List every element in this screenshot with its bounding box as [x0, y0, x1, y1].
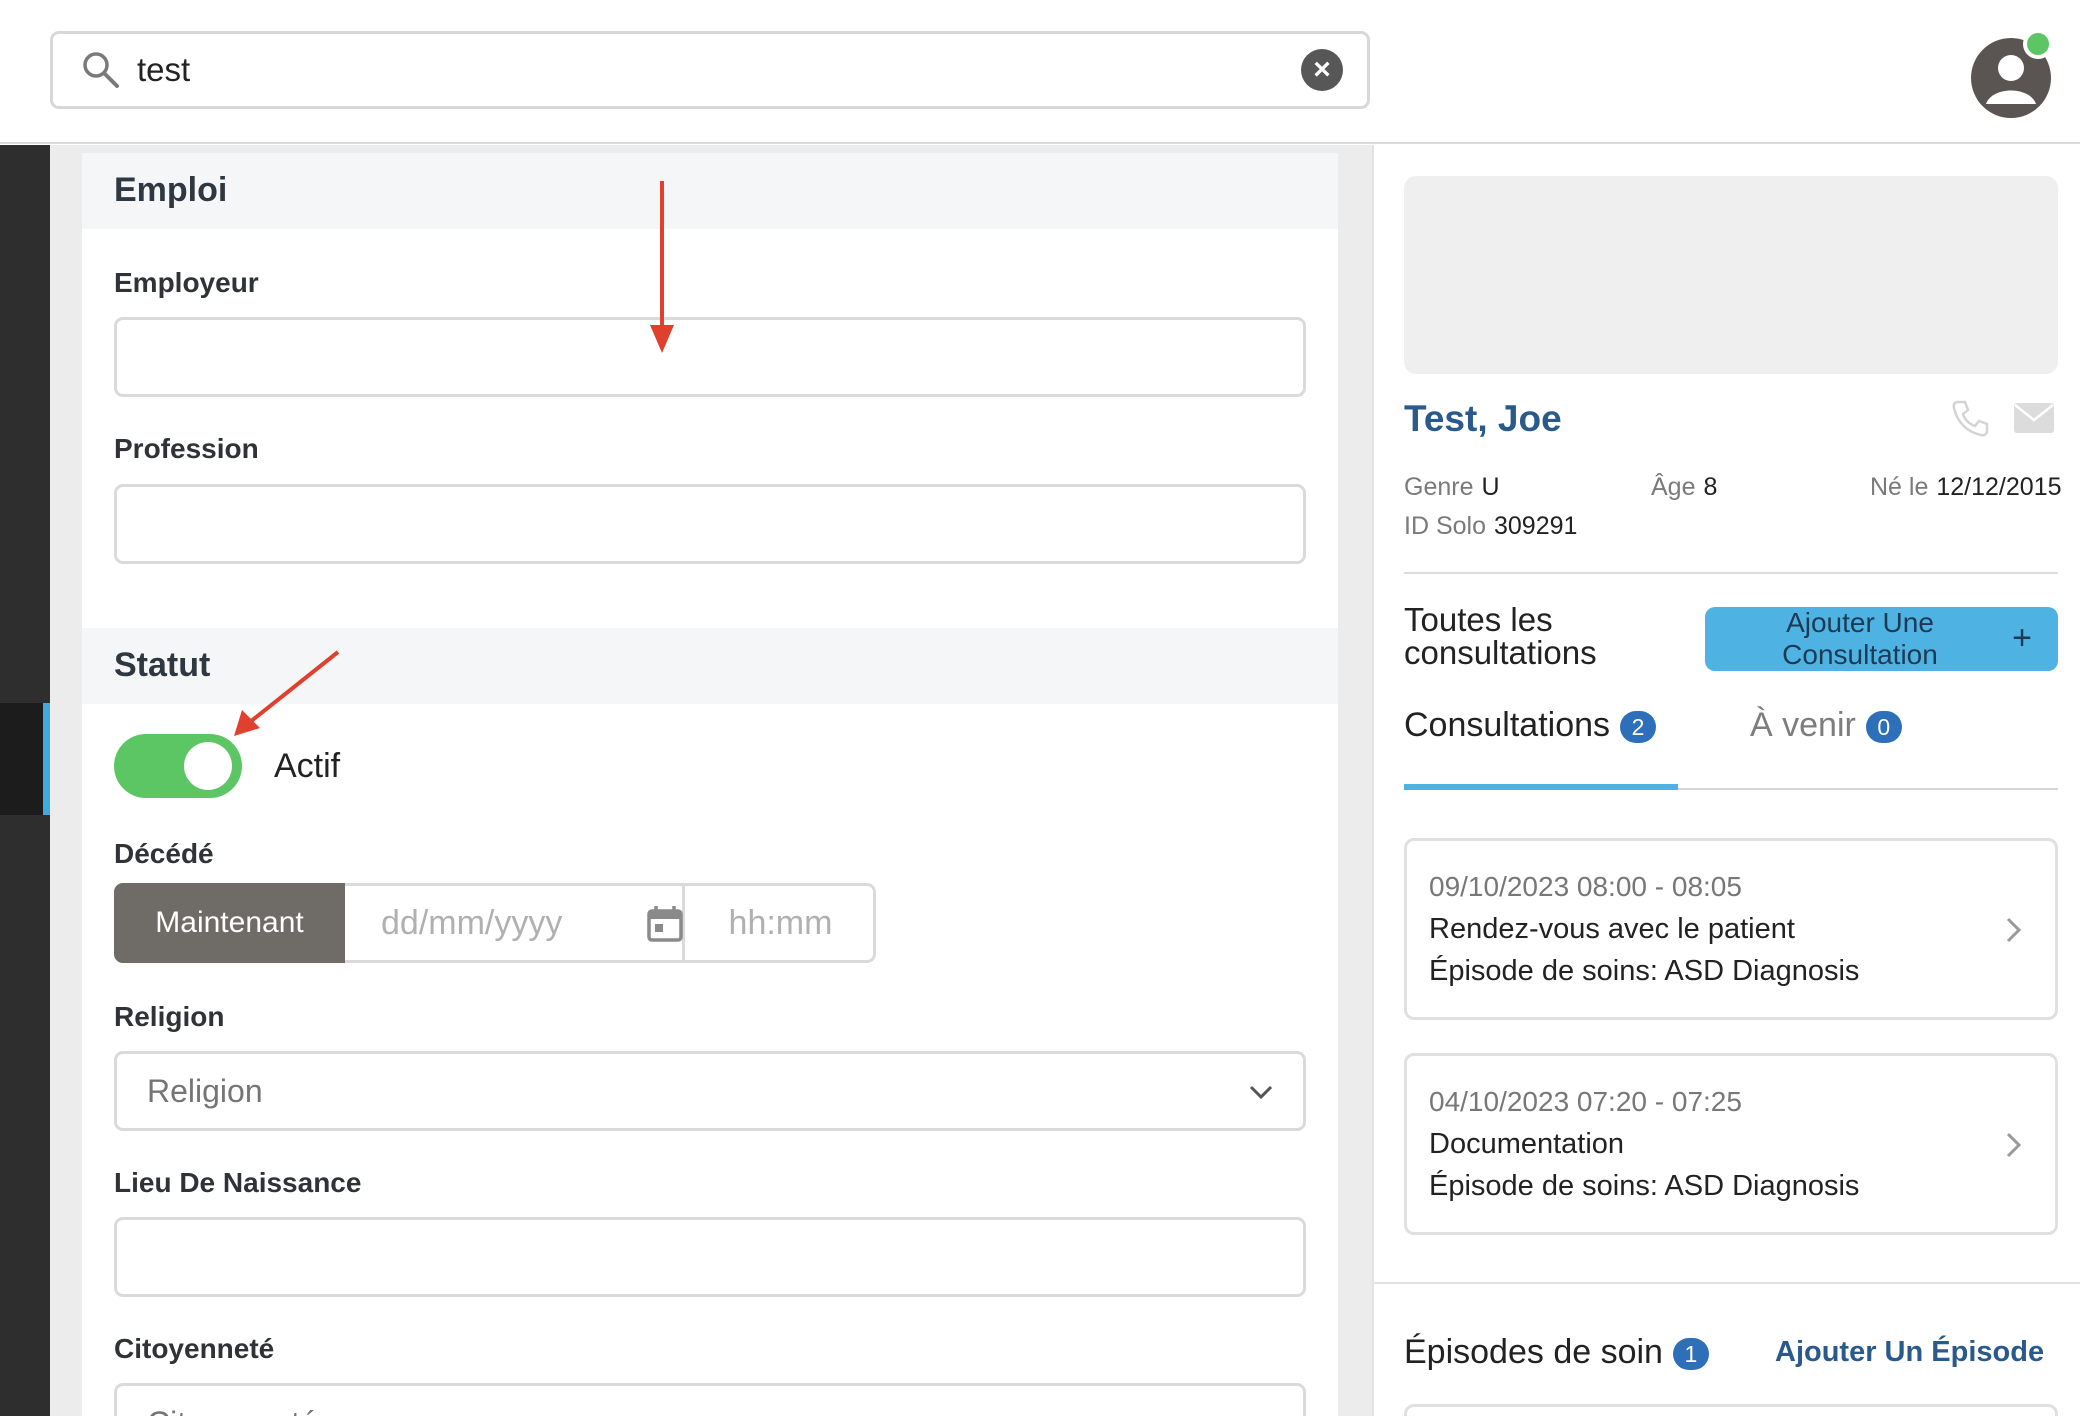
tab-consultations-count: 2	[1620, 711, 1657, 744]
panel-divider	[1372, 145, 1374, 1416]
tab-upcoming-count: 0	[1865, 711, 1902, 744]
time-input[interactable]: hh:mm	[688, 886, 873, 960]
add-consultation-line1: Ajouter Une	[1786, 607, 1934, 638]
tab-consultations-label: Consultations	[1404, 706, 1611, 744]
date-placeholder: dd/mm/yyyy	[381, 904, 563, 942]
plus-icon: +	[2012, 619, 2032, 657]
profession-input[interactable]	[117, 487, 1303, 561]
citizenship-input[interactable]	[117, 1386, 1303, 1416]
section-statut-title: Statut	[114, 646, 211, 684]
episode-card[interactable]	[1404, 1404, 2058, 1416]
phone-icon[interactable]	[1950, 398, 1990, 438]
episodes-label: Épisodes de soin	[1404, 1333, 1663, 1371]
consultation-title: Rendez-vous avec le patient	[1429, 913, 1795, 945]
left-nav	[0, 145, 50, 1416]
section-emploi-title: Emploi	[114, 171, 228, 209]
episodes-heading: Épisodes de soin 1	[1404, 1333, 1709, 1372]
now-button[interactable]: Maintenant	[114, 883, 345, 963]
chevron-right-icon	[2006, 1132, 2022, 1158]
consultation-title: Documentation	[1429, 1128, 1625, 1160]
time-placeholder: hh:mm	[728, 904, 833, 942]
id-label: ID Solo	[1404, 512, 1486, 540]
age-label: Âge	[1651, 473, 1696, 501]
patient-name[interactable]: Test, Joe	[1404, 398, 1562, 440]
religion-label: Religion	[114, 1001, 225, 1032]
deceased-datetime: Maintenant dd/mm/yyyy hh:mm	[114, 883, 876, 963]
annotation-arrow-diagonal	[234, 650, 340, 736]
birthplace-field[interactable]	[114, 1217, 1306, 1297]
meta-age: Âge 8	[1651, 473, 1717, 502]
born-label: Né le	[1870, 473, 1929, 501]
add-consultation-line2: Consultation	[1782, 639, 1938, 670]
tab-upcoming[interactable]: À venir 0	[1750, 706, 1902, 745]
toggle-knob	[184, 742, 232, 790]
employer-input[interactable]	[117, 320, 1303, 394]
deceased-label: Décédé	[114, 838, 214, 869]
birthplace-input[interactable]	[117, 1220, 1303, 1294]
search-box[interactable]: ×	[50, 31, 1370, 109]
all-consultations-link[interactable]: Toutes les consultations	[1404, 603, 1597, 669]
all-consultations-line2: consultations	[1404, 634, 1597, 671]
all-consultations-line1: Toutes les	[1404, 601, 1553, 638]
search-input[interactable]	[137, 44, 1237, 96]
genre-value: U	[1481, 473, 1500, 501]
profession-field[interactable]	[114, 484, 1306, 564]
religion-select[interactable]	[114, 1051, 1306, 1131]
meta-born: Né le 12/12/2015	[1870, 473, 2062, 502]
employer-label: Employeur	[114, 267, 259, 298]
tab-consultations[interactable]: Consultations 2	[1404, 706, 1657, 745]
consultation-episode: Épisode de soins: ASD Diagnosis	[1429, 1170, 1860, 1202]
date-input[interactable]: dd/mm/yyyy	[345, 886, 685, 960]
consultation-time: 09/10/2023 08:00 - 08:05	[1429, 871, 1742, 902]
meta-id: ID Solo 309291	[1404, 512, 1577, 541]
genre-label: Genre	[1404, 473, 1474, 501]
religion-input[interactable]	[117, 1054, 1303, 1128]
mail-icon[interactable]	[2013, 402, 2055, 434]
consultation-episode: Épisode de soins: ASD Diagnosis	[1429, 955, 1860, 987]
info-divider	[1404, 572, 2058, 574]
active-toggle-label: Actif	[274, 747, 341, 785]
section-emploi-header: Emploi	[82, 153, 1338, 229]
chevron-right-icon	[2006, 917, 2022, 943]
employer-field[interactable]	[114, 317, 1306, 397]
profession-label: Profession	[114, 433, 259, 464]
active-toggle[interactable]	[114, 734, 242, 798]
age-value: 8	[1703, 473, 1718, 501]
nav-item-active[interactable]	[0, 703, 50, 815]
top-bar: ×	[0, 0, 2080, 144]
episodes-count: 1	[1672, 1338, 1709, 1371]
birthplace-label: Lieu De Naissance	[114, 1167, 362, 1198]
calendar-icon[interactable]	[645, 904, 685, 944]
add-episode-link[interactable]: Ajouter Un Épisode	[1775, 1336, 2044, 1369]
add-consultation-label: Ajouter Une Consultation	[1725, 607, 1995, 671]
tab-upcoming-label: À venir	[1750, 706, 1856, 744]
form-card: Emploi Employeur Profession Statut Actif…	[82, 153, 1338, 1416]
form-area: Emploi Employeur Profession Statut Actif…	[50, 145, 1372, 1416]
chevron-down-icon	[1249, 1085, 1273, 1100]
citizenship-field[interactable]	[114, 1383, 1306, 1416]
born-value: 12/12/2015	[1936, 473, 2062, 501]
user-avatar-icon[interactable]	[1966, 30, 2056, 120]
clear-search-icon[interactable]: ×	[1301, 49, 1343, 91]
citizenship-label: Citoyenneté	[114, 1333, 275, 1364]
patient-photo	[1404, 176, 2058, 374]
search-icon	[83, 52, 119, 88]
id-value: 309291	[1493, 512, 1578, 540]
annotation-arrow-down	[650, 181, 674, 353]
tab-active-indicator	[1404, 784, 1678, 790]
consultation-card[interactable]: 09/10/2023 08:00 - 08:05 Rendez-vous ave…	[1404, 838, 2058, 1020]
add-consultation-button[interactable]: Ajouter Une Consultation +	[1705, 607, 2058, 671]
episodes-divider	[1374, 1282, 2080, 1284]
consultation-time: 04/10/2023 07:20 - 07:25	[1429, 1086, 1742, 1117]
meta-genre: Genre U	[1404, 473, 1500, 502]
consultation-card[interactable]: 04/10/2023 07:20 - 07:25 Documentation É…	[1404, 1053, 2058, 1235]
